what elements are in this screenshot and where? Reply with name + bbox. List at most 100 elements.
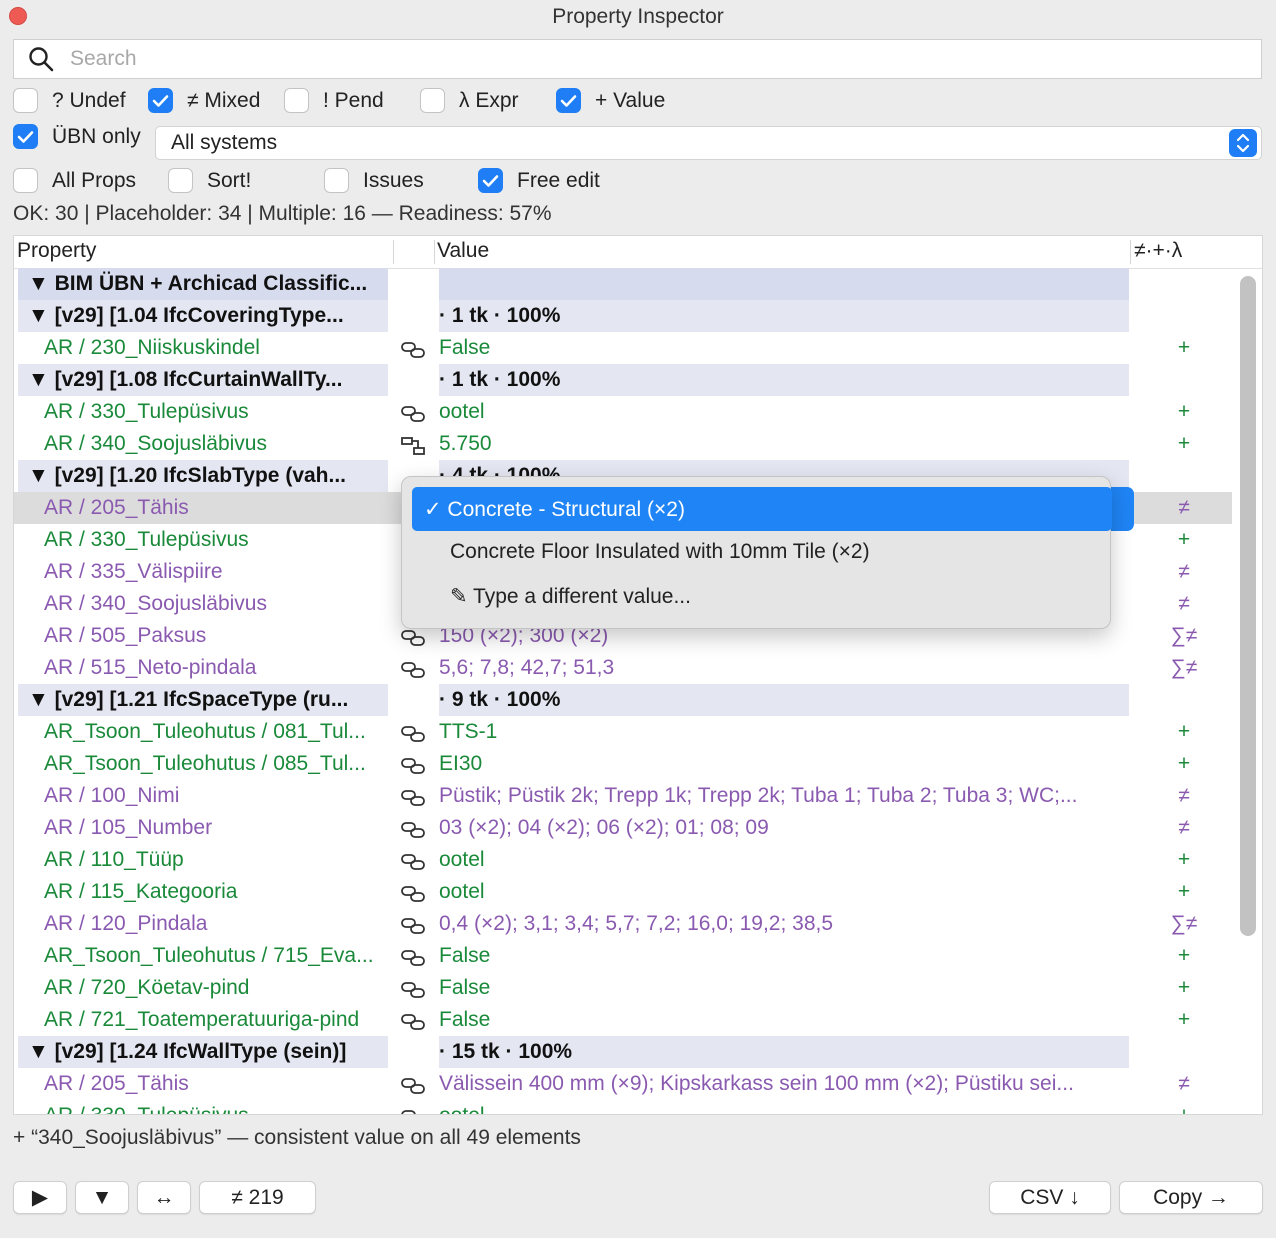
property-value[interactable]: EI30 (439, 752, 1129, 776)
property-value[interactable]: Püstik; Püstik 2k; Trepp 1k; Trepp 2k; T… (439, 784, 1129, 808)
link-icon (400, 916, 428, 936)
table-row[interactable]: AR / 115_Kategooria ootel + (14, 876, 1232, 908)
property-value[interactable]: ootel (439, 1104, 1129, 1114)
option-concrete-floor[interactable]: Concrete Floor Insulated with 10mm Tile … (412, 530, 1138, 574)
property-value[interactable]: ootel (439, 400, 1129, 424)
property-value[interactable]: False (439, 336, 1129, 360)
property-value[interactable]: ootel (439, 880, 1129, 904)
group-row[interactable]: ▼ [v29] [1.24 IfcWallType (sein)] · 15 tk… (14, 1036, 1232, 1068)
copy-button[interactable]: Copy → (1119, 1181, 1263, 1214)
property-value[interactable]: 5.750 (439, 432, 1129, 456)
link-icon (400, 1076, 428, 1096)
status-flag: ≠ (1178, 592, 1190, 615)
header-property[interactable]: Property (17, 239, 96, 263)
filter-checkbox[interactable]: ? Undef (13, 88, 126, 113)
system-select[interactable]: All systems (155, 126, 1262, 160)
option-type-different[interactable]: ✎ Type a different value... (412, 574, 1138, 618)
group-row[interactable]: ▼ [v29] [1.04 IfcCoveringType... · 1 tk ·… (14, 300, 1232, 332)
status-flag: + (1177, 720, 1191, 743)
header-value[interactable]: Value (437, 239, 489, 263)
option-checkbox-box[interactable] (13, 168, 38, 193)
property-value[interactable]: 0,4 (×2); 3,1; 3,4; 5,7; 7,2; 16,0; 19,2… (439, 912, 1129, 936)
option-label: ✓ Concrete - Structural (×2) (424, 497, 685, 521)
status-flag: + (1164, 1104, 1204, 1114)
filter-checkbox-box[interactable] (420, 88, 445, 113)
group-row[interactable]: ▼ BIM ÜBN + Archicad Classific... (14, 268, 1232, 300)
table-row[interactable]: AR_Tsoon_Tuleohutus / 085_Tul... EI30 + (14, 748, 1232, 780)
table-row[interactable]: AR / 100_Nimi Püstik; Püstik 2k; Trepp 1k… (14, 780, 1232, 812)
swap-button[interactable]: ↔ (137, 1181, 191, 1214)
filter-checkbox[interactable]: λ Expr (420, 88, 519, 113)
property-value (439, 268, 1129, 300)
filter-checkbox-box[interactable] (556, 88, 581, 113)
option-checkbox[interactable]: Issues (324, 168, 424, 193)
table-row[interactable]: AR / 720_Köetav-pind False + (14, 972, 1232, 1004)
option-checkbox-box[interactable] (478, 168, 503, 193)
property-value: · 9 tk · 100% (439, 684, 1129, 716)
property-value[interactable]: 03 (×2); 04 (×2); 06 (×2); 01; 08; 09 (439, 816, 1129, 840)
table-row[interactable]: AR / 515_Neto-pindala 5,6; 7,8; 42,7; 51,… (14, 652, 1232, 684)
table-row[interactable]: AR / 205_Tähis Välissein 400 mm (×9); Kip… (14, 1068, 1232, 1100)
option-checkbox[interactable]: All Props (13, 168, 136, 193)
filter-checkbox-box[interactable] (284, 88, 309, 113)
table-row[interactable]: AR / 330_Tulepüsivus ootel + (14, 396, 1232, 428)
group-row[interactable]: ▼ [v29] [1.08 IfcCurtainWallTy... · 1 tk … (14, 364, 1232, 396)
expand-button[interactable]: ▶ (13, 1181, 67, 1214)
table-row[interactable]: AR / 230_Niiskuskindel False + (14, 332, 1232, 364)
title-bar: Property Inspector (0, 0, 1276, 34)
property-value[interactable]: False (439, 976, 1129, 1000)
option-checkbox-box[interactable] (324, 168, 349, 193)
status-flag: ≠ (1178, 784, 1190, 807)
select-arrows-icon[interactable] (1229, 129, 1257, 157)
option-concrete-structural[interactable]: ✓ Concrete - Structural (×2) (412, 487, 1112, 531)
table-row[interactable]: AR_Tsoon_Tuleohutus / 715_Eva... False + (14, 940, 1232, 972)
search-box[interactable] (13, 39, 1262, 79)
filter-checkbox-box[interactable] (148, 88, 173, 113)
link-icon (400, 884, 428, 904)
collapse-button[interactable]: ▼ (75, 1181, 129, 1214)
table-row[interactable]: AR / 330_Tulepüsivus ootel + (14, 1100, 1232, 1114)
filter-checkbox[interactable]: ≠ Mixed (148, 88, 260, 113)
property-name: AR / 721_Toatemperatuuriga-pind (44, 1008, 360, 1031)
status-flag: ≠ (1178, 560, 1190, 583)
option-checkbox[interactable]: Sort! (168, 168, 251, 193)
option-label: Sort! (207, 168, 252, 192)
close-button[interactable] (9, 7, 27, 25)
table-row[interactable]: AR / 340_Soojusläbivus 5.750 + (14, 428, 1232, 460)
vertical-scrollbar[interactable] (1240, 276, 1256, 936)
group-row[interactable]: ▼ [v29] [1.21 IfcSpaceType (ru... · 9 tk … (14, 684, 1232, 716)
ubn-only-checkbox[interactable]: ÜBN only (13, 124, 141, 149)
option-checkbox-box[interactable] (168, 168, 193, 193)
search-input[interactable] (68, 46, 1172, 72)
status-flag: ≠ (1178, 816, 1190, 839)
table-row[interactable]: AR / 105_Number 03 (×2); 04 (×2); 06 (×2)… (14, 812, 1232, 844)
link-icon (400, 788, 428, 808)
property-value[interactable]: ootel (439, 848, 1129, 872)
option-label: ✎ Type a different value... (450, 584, 691, 608)
table-row[interactable]: AR / 120_Pindala 0,4 (×2); 3,1; 3,4; 5,7;… (14, 908, 1232, 940)
ubn-checkbox-box[interactable] (13, 124, 38, 149)
property-name: AR / 105_Number (44, 816, 213, 839)
filter-checkbox-box[interactable] (13, 88, 38, 113)
property-value[interactable]: False (439, 944, 1129, 968)
property-value[interactable]: Välissein 400 mm (×9); Kipskarkass sein … (439, 1072, 1129, 1096)
property-value[interactable]: False (439, 1008, 1129, 1032)
table-row[interactable]: AR / 110_Tüüp ootel + (14, 844, 1232, 876)
status-flag: ∑≠ (1170, 656, 1198, 679)
option-checkbox[interactable]: Free edit (478, 168, 600, 193)
mixed-count-button[interactable]: ≠ 219 (199, 1181, 316, 1214)
option-label: All Props (52, 168, 137, 192)
filter-label: ! Pend (323, 88, 384, 112)
link-icon (400, 340, 428, 360)
link-icon (400, 980, 428, 1000)
filter-checkbox[interactable]: ! Pend (284, 88, 384, 113)
filter-checkbox[interactable]: + Value (556, 88, 665, 113)
property-name: AR_Tsoon_Tuleohutus / 081_Tul... (44, 720, 366, 743)
property-name: AR_Tsoon_Tuleohutus / 715_Eva... (44, 944, 374, 967)
csv-button[interactable]: CSV ↓ (989, 1181, 1111, 1214)
property-value[interactable]: TTS-1 (439, 720, 1129, 744)
table-row[interactable]: AR / 721_Toatemperatuuriga-pind False + (14, 1004, 1232, 1036)
property-value[interactable]: 5,6; 7,8; 42,7; 51,3 (439, 656, 1129, 680)
table-row[interactable]: AR_Tsoon_Tuleohutus / 081_Tul... TTS-1 + (14, 716, 1232, 748)
header-flags[interactable]: ≠·+·λ (1134, 239, 1182, 263)
